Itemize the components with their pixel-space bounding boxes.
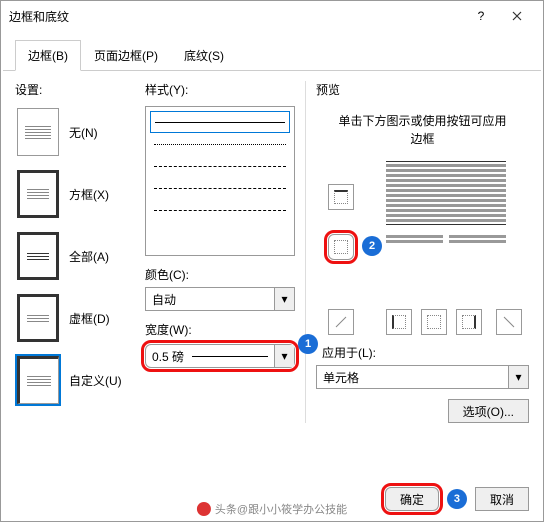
chevron-down-icon: ▾	[281, 292, 287, 306]
none-icon	[17, 108, 59, 156]
setting-custom[interactable]: 自定义(U)	[15, 354, 135, 406]
border-diag1-button[interactable]	[328, 309, 354, 335]
ok-button[interactable]: 确定	[385, 487, 439, 511]
preview-column: 预览 单击下方图示或使用按钮可应用边框 2	[305, 81, 529, 423]
style-dashed1[interactable]	[150, 133, 290, 155]
applyto-value: 单元格	[317, 366, 508, 388]
preview-label: 预览	[316, 81, 529, 98]
setting-all-label: 全部(A)	[69, 248, 109, 265]
settings-label: 设置:	[15, 81, 135, 98]
help-button[interactable]: ?	[463, 3, 499, 29]
custom-icon	[17, 356, 59, 404]
style-solid[interactable]	[150, 111, 290, 133]
style-label: 样式(Y):	[145, 81, 295, 98]
tab-shading[interactable]: 底纹(S)	[171, 40, 237, 71]
close-icon	[512, 11, 522, 21]
footer-buttons: 确定 3 取消	[385, 487, 529, 511]
chevron-down-icon: ▾	[515, 370, 521, 384]
watermark-text: 头条@跟小小筱学办公技能	[215, 501, 347, 517]
preview-area: 2	[316, 154, 529, 334]
tab-page-border[interactable]: 页面边框(P)	[81, 40, 171, 71]
tab-bar: 边框(B) 页面边框(P) 底纹(S)	[3, 31, 541, 71]
tab-border[interactable]: 边框(B)	[15, 40, 81, 71]
cancel-button[interactable]: 取消	[475, 487, 529, 511]
width-label: 宽度(W):	[145, 321, 295, 338]
setting-grid-label: 虚框(D)	[69, 310, 110, 327]
width-combo[interactable]: 0.5 磅 ▾	[145, 344, 295, 368]
color-combo[interactable]: 自动 ▾	[145, 287, 295, 311]
applyto-combo[interactable]: 单元格 ▾	[316, 365, 529, 389]
chevron-down-icon: ▾	[281, 349, 287, 363]
marker-3: 3	[447, 489, 467, 509]
borders-shading-dialog: 边框和底纹 ? 边框(B) 页面边框(P) 底纹(S) 设置: 无(N) 方框(…	[0, 0, 544, 522]
width-dropdown-button[interactable]: ▾	[274, 345, 294, 367]
setting-all[interactable]: 全部(A)	[15, 230, 135, 282]
border-diag2-button[interactable]	[496, 309, 522, 335]
setting-box-label: 方框(X)	[69, 186, 109, 203]
marker-2: 2	[362, 236, 382, 256]
options-button[interactable]: 选项(O)...	[448, 399, 529, 423]
setting-custom-label: 自定义(U)	[69, 372, 122, 389]
watermark: 头条@跟小小筱学办公技能	[197, 501, 347, 517]
all-icon	[17, 232, 59, 280]
border-right-button[interactable]	[456, 309, 482, 335]
color-value: 自动	[146, 288, 274, 310]
setting-box[interactable]: 方框(X)	[15, 168, 135, 220]
dialog-title: 边框和底纹	[9, 8, 463, 25]
box-icon	[17, 170, 59, 218]
color-label: 颜色(C):	[145, 266, 295, 283]
content-area: 设置: 无(N) 方框(X) 全部(A) 虚框(D) 自定义(U)	[1, 71, 543, 433]
watermark-logo-icon	[197, 502, 211, 516]
style-listbox[interactable]	[145, 106, 295, 256]
border-left-button[interactable]	[386, 309, 412, 335]
setting-grid[interactable]: 虚框(D)	[15, 292, 135, 344]
close-button[interactable]	[499, 3, 535, 29]
settings-column: 设置: 无(N) 方框(X) 全部(A) 虚框(D) 自定义(U)	[15, 81, 135, 423]
setting-none[interactable]: 无(N)	[15, 106, 135, 158]
style-column: 样式(Y): 颜色(C): 自动 ▾ 宽度(W): 0.5 磅 ▾	[145, 81, 295, 423]
color-dropdown-button[interactable]: ▾	[274, 288, 294, 310]
width-value: 0.5 磅	[146, 345, 274, 367]
marker-1: 1	[298, 334, 318, 354]
preview-document[interactable]	[386, 159, 506, 245]
preview-hint: 单击下方图示或使用按钮可应用边框	[316, 106, 529, 154]
applyto-label: 应用于(L):	[316, 344, 529, 361]
setting-none-label: 无(N)	[69, 124, 98, 141]
grid-icon	[17, 294, 59, 342]
style-dashdot[interactable]	[150, 199, 290, 221]
border-hmiddle-button[interactable]	[328, 234, 354, 260]
border-top-button[interactable]	[328, 184, 354, 210]
style-dashed2[interactable]	[150, 155, 290, 177]
style-dashed3[interactable]	[150, 177, 290, 199]
titlebar: 边框和底纹 ?	[1, 1, 543, 31]
applyto-dropdown-button[interactable]: ▾	[508, 366, 528, 388]
width-text: 0.5 磅	[152, 348, 184, 365]
border-vmiddle-button[interactable]	[421, 309, 447, 335]
